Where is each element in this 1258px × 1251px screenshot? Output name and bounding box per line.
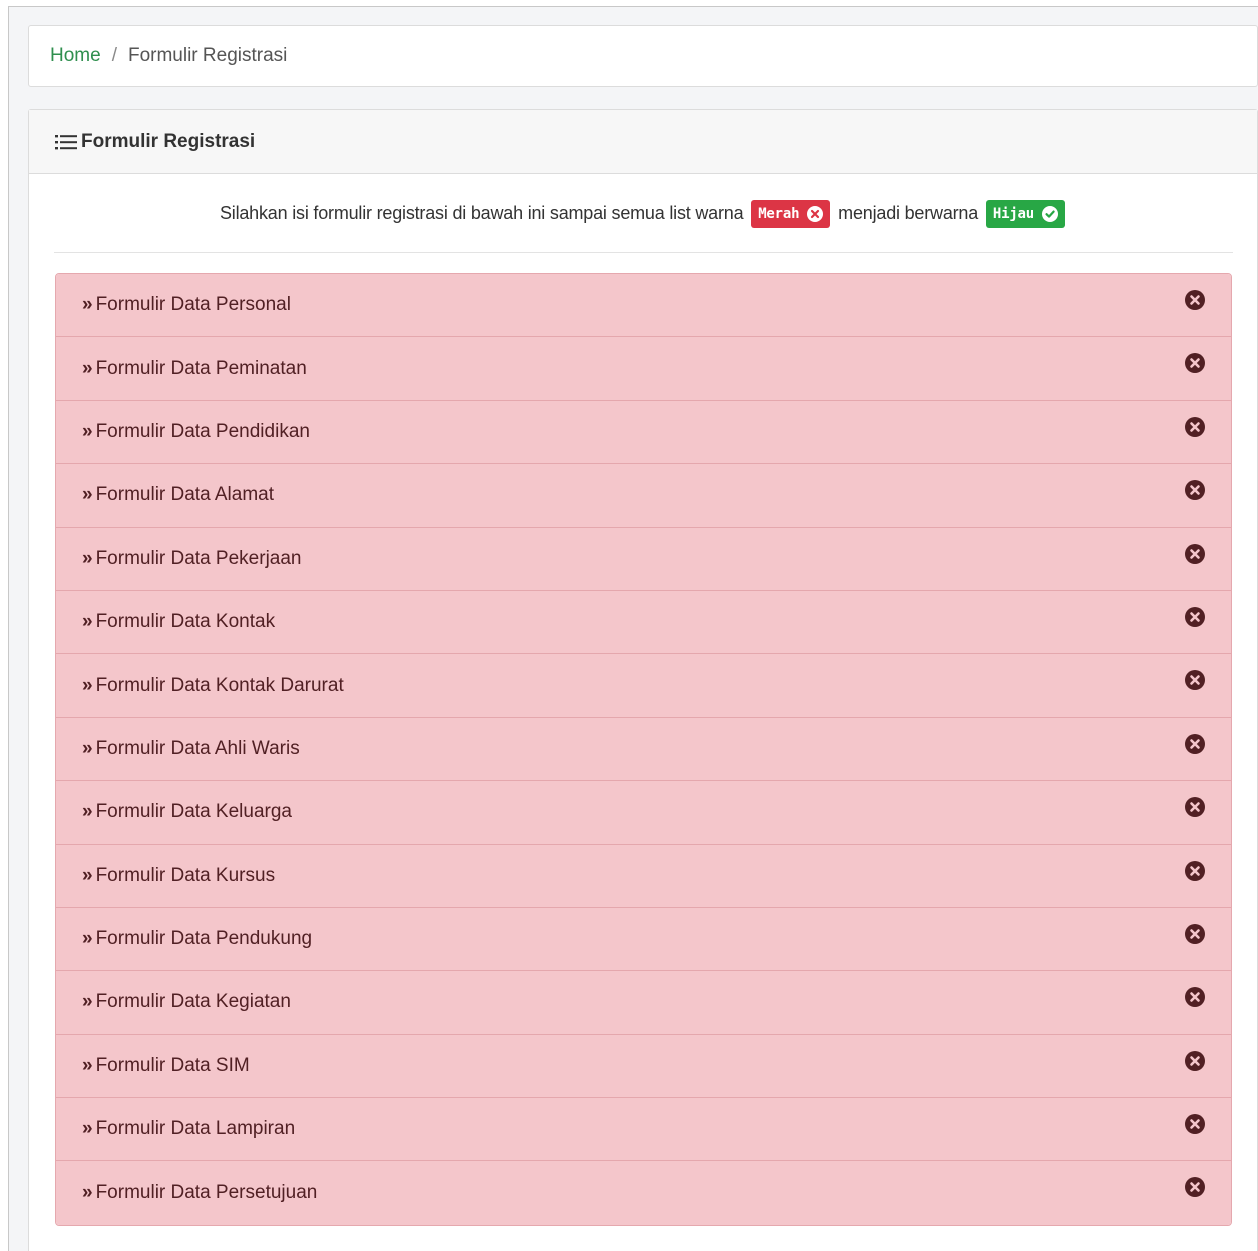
form-item-label: Formulir Data Personal [95, 294, 291, 316]
form-list-item[interactable]: » Formulir Data Lampiran [56, 1098, 1231, 1162]
form-list-item[interactable]: » Formulir Data Ahli Waris [56, 717, 1231, 782]
form-list-item[interactable]: » Formulir Data Kontak [56, 590, 1231, 655]
x-circle-icon [1185, 543, 1205, 564]
form-list-item[interactable]: » Formulir Data Kontak Darurat [56, 654, 1231, 718]
x-circle-icon [1185, 1114, 1205, 1135]
double-chevron-right-icon: » [82, 547, 92, 569]
form-item-label: Formulir Data Pendidikan [95, 420, 310, 442]
x-circle-icon [1185, 353, 1205, 374]
x-circle-icon [1185, 923, 1205, 944]
x-circle-icon [1185, 797, 1205, 818]
form-list-item[interactable]: » Formulir Data Persetujuan [56, 1161, 1231, 1225]
check-circle-icon [1042, 206, 1059, 222]
double-chevron-right-icon: » [82, 1054, 92, 1076]
form-list-item[interactable]: » Formulir Data Keluarga [56, 781, 1231, 845]
double-chevron-right-icon: » [82, 611, 92, 633]
x-circle-icon [1185, 606, 1205, 627]
x-circle-icon [1185, 987, 1205, 1008]
form-item-label: Formulir Data Kontak [95, 611, 276, 633]
card-header: Formulir Registrasi [29, 110, 1257, 174]
double-chevron-right-icon: » [82, 801, 92, 823]
page-container: Home / Formulir Registrasi Formulir Regi… [8, 6, 1258, 1251]
form-item-label: Formulir Data Pendukung [95, 928, 313, 950]
form-item-label: Formulir Data Alamat [95, 484, 275, 506]
form-item-label: Formulir Data Kontak Darurat [95, 674, 344, 696]
red-status-badge: Merah [751, 200, 831, 228]
double-chevron-right-icon: » [82, 928, 92, 950]
breadcrumb-current: Formulir Registrasi [127, 45, 288, 66]
registration-card: Formulir Registrasi Silahkan isi formuli… [28, 109, 1258, 1251]
double-chevron-right-icon: » [82, 864, 92, 886]
x-circle-icon [807, 206, 824, 222]
double-chevron-right-icon: » [82, 1118, 92, 1140]
green-status-badge: Hijau [985, 200, 1066, 228]
breadcrumb-home-link[interactable]: Home [50, 45, 101, 67]
form-item-label: Formulir Data Kursus [95, 864, 276, 886]
x-circle-icon [1185, 1177, 1205, 1198]
green-badge-label: Hijau [992, 206, 1035, 222]
double-chevron-right-icon: » [82, 991, 92, 1013]
double-chevron-right-icon: » [82, 357, 92, 379]
instruction-middle: menjadi berwarna [838, 202, 979, 223]
x-circle-icon [1185, 733, 1205, 754]
form-list-item[interactable]: » Formulir Data Peminatan [56, 337, 1231, 401]
form-list-item[interactable]: » Formulir Data Pendidikan [56, 400, 1231, 465]
double-chevron-right-icon: » [82, 420, 92, 442]
breadcrumb-separator: / [111, 45, 117, 66]
red-badge-label: Merah [758, 206, 800, 222]
form-list-item[interactable]: » Formulir Data Kursus [56, 844, 1231, 908]
double-chevron-right-icon: » [82, 1182, 92, 1204]
x-circle-icon [1185, 860, 1205, 881]
instruction-text: Silahkan isi formulir registrasi di bawa… [29, 200, 1258, 228]
form-item-label: Formulir Data Pekerjaan [95, 547, 302, 569]
form-item-label: Formulir Data Kegiatan [95, 991, 291, 1013]
x-circle-icon [1185, 670, 1205, 691]
x-circle-icon [1185, 416, 1205, 437]
double-chevron-right-icon: » [82, 484, 92, 506]
form-list-item[interactable]: » Formulir Data Pendukung [56, 907, 1231, 972]
form-item-label: Formulir Data Persetujuan [95, 1182, 318, 1204]
form-item-label: Formulir Data Lampiran [95, 1118, 296, 1140]
x-circle-icon [1185, 290, 1205, 310]
form-list-item[interactable]: » Formulir Data Pekerjaan [56, 527, 1231, 591]
instruction-before: Silahkan isi formulir registrasi di bawa… [219, 202, 744, 223]
form-list-item[interactable]: » Formulir Data Personal [56, 274, 1231, 338]
double-chevron-right-icon: » [82, 294, 92, 316]
form-item-label: Formulir Data Keluarga [95, 801, 292, 823]
form-list: » Formulir Data Personal» Formulir Data Pe… [55, 273, 1232, 1226]
double-chevron-right-icon: » [82, 737, 92, 759]
breadcrumb: Home / Formulir Registrasi [28, 25, 1258, 87]
list-icon [55, 134, 77, 149]
card-title: Formulir Registrasi [81, 130, 256, 152]
form-item-label: Formulir Data Ahli Waris [95, 737, 300, 759]
x-circle-icon [1185, 1050, 1205, 1071]
form-list-item[interactable]: » Formulir Data Kegiatan [56, 971, 1231, 1035]
form-list-item[interactable]: » Formulir Data Alamat [56, 464, 1231, 528]
x-circle-icon [1185, 480, 1205, 501]
form-item-label: Formulir Data Peminatan [95, 357, 307, 379]
divider [54, 252, 1233, 253]
form-item-label: Formulir Data SIM [95, 1054, 250, 1076]
double-chevron-right-icon: » [82, 674, 92, 696]
form-list-item[interactable]: » Formulir Data SIM [56, 1034, 1231, 1099]
